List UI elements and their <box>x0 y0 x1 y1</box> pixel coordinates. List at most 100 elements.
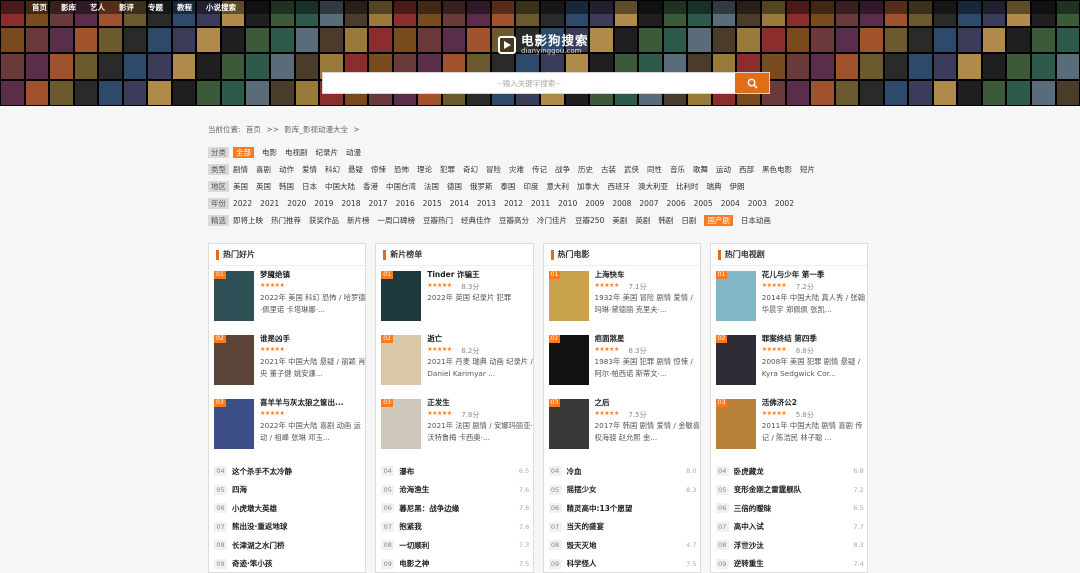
filter-option[interactable]: 2012 <box>504 198 523 209</box>
filter-option[interactable]: 西部 <box>739 164 754 175</box>
list-item[interactable]: 08一切顺利7.3 <box>381 536 529 555</box>
list-item[interactable]: 08浮世沙汰8.3 <box>716 536 864 555</box>
nav-link[interactable]: 专题 <box>148 2 163 13</box>
filter-option[interactable]: 2009 <box>585 198 604 209</box>
featured-item[interactable]: 01梦魇绝镇★★★★★2022年 美国 科幻 恐怖 / 哈罗德·佩里诺 卡塔琳娜… <box>214 271 364 335</box>
featured-item[interactable]: 02罪案终结 第四季★★★★★8.8分2008年 美国 犯罪 剧情 悬疑 / K… <box>716 335 866 399</box>
filter-option[interactable]: 音乐 <box>670 164 685 175</box>
filter-option[interactable]: 意大利 <box>547 181 570 192</box>
list-item[interactable]: 07当天的盛宴 <box>549 518 697 537</box>
filter-option[interactable]: 比利时 <box>676 181 699 192</box>
list-item-title[interactable]: 科学怪人 <box>567 558 683 569</box>
filter-option[interactable]: 战争 <box>555 164 570 175</box>
filter-option[interactable]: 印度 <box>524 181 539 192</box>
list-item[interactable]: 07抱紧我7.6 <box>381 518 529 537</box>
filter-option[interactable]: 韩国 <box>279 181 294 192</box>
poster-thumbnail[interactable]: 01 <box>716 271 756 321</box>
filter-option[interactable]: 澳大利亚 <box>638 181 668 192</box>
list-item-title[interactable]: 卧虎藏龙 <box>734 466 850 477</box>
filter-option[interactable]: 日本动画 <box>741 215 771 226</box>
filter-option[interactable]: 惊悚 <box>371 164 386 175</box>
list-item[interactable]: 04冷血8.0 <box>549 462 697 481</box>
list-item[interactable]: 04这个杀手不太冷静 <box>214 462 362 481</box>
list-item-title[interactable]: 精灵高中:13个愿望 <box>567 503 683 514</box>
featured-item[interactable]: 01花儿与少年 第一季★★★★★7.2分2014年 中国大陆 真人秀 / 张翰 … <box>716 271 866 335</box>
list-item[interactable]: 06精灵高中:13个愿望 <box>549 499 697 518</box>
list-item-title[interactable]: 浮世沙汰 <box>734 540 850 551</box>
filter-option[interactable]: 一周口碑榜 <box>378 215 416 226</box>
list-item-title[interactable]: 当天的盛宴 <box>567 521 683 532</box>
list-item[interactable]: 09科学怪人7.5 <box>549 555 697 573</box>
featured-title[interactable]: 梦魇绝镇 <box>260 269 364 280</box>
filter-option[interactable]: 韩剧 <box>658 215 673 226</box>
featured-item[interactable]: 01上海快车★★★★★7.1分1932年 美国 冒险 剧情 爱情 / 玛琳·黛德… <box>549 271 699 335</box>
poster-thumbnail[interactable]: 03 <box>716 399 756 449</box>
nav-link[interactable]: 影库 <box>61 2 76 13</box>
filter-option[interactable]: 动漫 <box>346 147 361 158</box>
filter-option[interactable]: 全部 <box>233 147 254 158</box>
filter-option[interactable]: 国产剧 <box>704 215 733 226</box>
filter-option[interactable]: 2022 <box>233 198 252 209</box>
filter-option[interactable]: 英剧 <box>635 215 650 226</box>
breadcrumb-home[interactable]: 首页 <box>246 125 261 134</box>
filter-option[interactable]: 2016 <box>396 198 415 209</box>
filter-option[interactable]: 传记 <box>532 164 547 175</box>
poster-thumbnail[interactable]: 02 <box>381 335 421 385</box>
poster-thumbnail[interactable]: 01 <box>214 271 254 321</box>
filter-option[interactable]: 2010 <box>558 198 577 209</box>
poster-thumbnail[interactable]: 03 <box>214 399 254 449</box>
list-item-title[interactable]: 这个杀手不太冷静 <box>232 466 348 477</box>
filter-option[interactable]: 冷门佳片 <box>537 215 567 226</box>
filter-option[interactable]: 泰国 <box>501 181 516 192</box>
filter-option[interactable]: 理论 <box>417 164 432 175</box>
list-item[interactable]: 07高中入试7.7 <box>716 518 864 537</box>
poster-thumbnail[interactable]: 02 <box>716 335 756 385</box>
filter-option[interactable]: 法国 <box>424 181 439 192</box>
filter-option[interactable]: 喜剧 <box>256 164 271 175</box>
filter-option[interactable]: 黑色电影 <box>762 164 792 175</box>
filter-option[interactable]: 运动 <box>716 164 731 175</box>
filter-option[interactable]: 恐怖 <box>394 164 409 175</box>
featured-item[interactable]: 01Tinder 诈骗王★★★★★8.3分2022年 英国 纪录片 犯罪 <box>381 271 531 335</box>
filter-option[interactable]: 悬疑 <box>348 164 363 175</box>
list-item[interactable]: 09电影之神7.5 <box>381 555 529 573</box>
filter-option[interactable]: 伊朗 <box>730 181 745 192</box>
poster-thumbnail[interactable]: 02 <box>549 335 589 385</box>
list-item[interactable]: 05沧海渔生7.6 <box>381 481 529 500</box>
filter-option[interactable]: 犯罪 <box>440 164 455 175</box>
list-item-title[interactable]: 高中入试 <box>734 521 850 532</box>
filter-option[interactable]: 即将上映 <box>233 215 263 226</box>
featured-title[interactable]: 谁是凶手 <box>260 333 364 344</box>
filter-option[interactable]: 豆瓣250 <box>575 215 604 226</box>
list-item-title[interactable]: 长津湖之水门桥 <box>232 540 348 551</box>
filter-option[interactable]: 历史 <box>578 164 593 175</box>
filter-option[interactable]: 电视剧 <box>285 147 308 158</box>
featured-item[interactable]: 02谁是凶手★★★★★2021年 中国大陆 悬疑 / 丽颖 肖央 董子健 姚安濂… <box>214 335 364 399</box>
filter-option[interactable]: 纪录片 <box>316 147 339 158</box>
nav-link[interactable]: 首页 <box>32 2 47 13</box>
filter-option[interactable]: 冒险 <box>486 164 501 175</box>
filter-option[interactable]: 电影 <box>262 147 277 158</box>
filter-option[interactable]: 2020 <box>287 198 306 209</box>
filter-option[interactable]: 动作 <box>279 164 294 175</box>
featured-title[interactable]: 疤面煞星 <box>595 333 699 344</box>
filter-option[interactable]: 美国 <box>233 181 248 192</box>
filter-option[interactable]: 美剧 <box>612 215 627 226</box>
filter-option[interactable]: 奇幻 <box>463 164 478 175</box>
filter-option[interactable]: 2003 <box>748 198 767 209</box>
list-item-title[interactable]: 小虎墩大英雄 <box>232 503 348 514</box>
search-input[interactable] <box>323 73 735 93</box>
filter-option[interactable]: 剧情 <box>233 164 248 175</box>
filter-option[interactable]: 2006 <box>667 198 686 209</box>
nav-link[interactable]: 艺人 <box>90 2 105 13</box>
filter-option[interactable]: 2017 <box>368 198 387 209</box>
filter-option[interactable]: 日剧 <box>681 215 696 226</box>
list-item-title[interactable]: 抱紧我 <box>399 521 515 532</box>
filter-option[interactable]: 香港 <box>363 181 378 192</box>
filter-option[interactable]: 经典佳作 <box>461 215 491 226</box>
filter-option[interactable]: 2019 <box>314 198 333 209</box>
list-item[interactable]: 05变形金刚之雷霆舰队7.2 <box>716 481 864 500</box>
list-item-title[interactable]: 熊出没·重返地球 <box>232 521 348 532</box>
list-item-title[interactable]: 瀑布 <box>399 466 515 477</box>
poster-thumbnail[interactable]: 03 <box>549 399 589 449</box>
